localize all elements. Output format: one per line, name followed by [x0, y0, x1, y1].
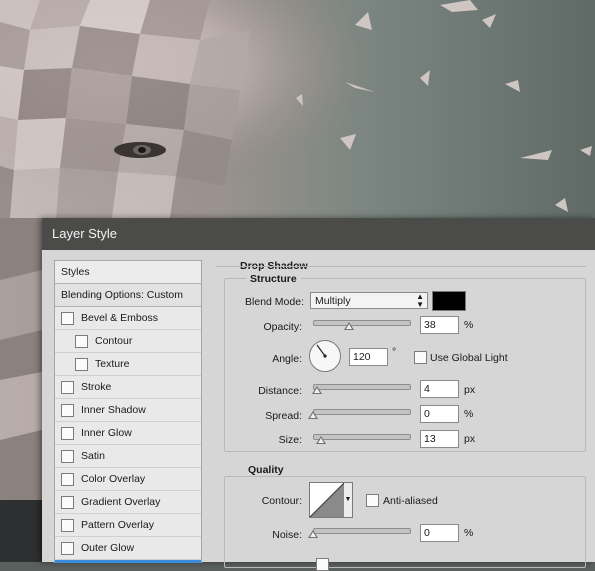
effects-list: Bevel & Emboss Contour Texture Stroke Inner …	[55, 307, 201, 563]
blend-mode-value: Multiply	[315, 295, 351, 307]
spread-slider-thumb[interactable]	[308, 411, 318, 419]
contour-picker[interactable]	[309, 482, 345, 518]
angle-needle-icon	[316, 344, 327, 358]
distance-label: Distance:	[258, 385, 302, 397]
effect-label: Satin	[81, 450, 105, 462]
effect-checkbox[interactable]	[61, 472, 74, 486]
anti-aliased-label: Anti-aliased	[383, 495, 438, 507]
styles-list: Styles Blending Options: Custom Bevel & …	[54, 260, 202, 563]
contour-dropdown-icon[interactable]: ▼	[344, 482, 353, 518]
use-global-light-label: Use Global Light	[430, 352, 508, 364]
effect-checkbox[interactable]	[61, 426, 74, 440]
select-arrows-icon: ▲ ▼	[416, 292, 424, 309]
effect-item-bevel-emboss[interactable]: Bevel & Emboss	[55, 307, 201, 330]
effect-checkbox[interactable]	[61, 449, 74, 463]
angle-input[interactable]: 120	[349, 348, 388, 366]
opacity-slider[interactable]	[313, 320, 411, 326]
eye	[114, 142, 166, 158]
angle-unit: °	[392, 346, 397, 358]
noise-input[interactable]: 0	[420, 524, 459, 542]
noise-slider-thumb[interactable]	[308, 530, 318, 538]
size-unit: px	[464, 433, 476, 445]
quality-group	[224, 476, 586, 568]
effect-label: Pattern Overlay	[81, 519, 154, 531]
angle-dial[interactable]	[309, 340, 341, 372]
distance-unit: px	[464, 384, 476, 396]
distance-slider[interactable]	[313, 384, 411, 390]
effect-item-pattern-overlay[interactable]: Pattern Overlay	[55, 514, 201, 537]
effect-item-outer-glow[interactable]: Outer Glow	[55, 537, 201, 560]
group-title-quality: Quality	[244, 464, 288, 476]
effect-item-gradient-overlay[interactable]: Gradient Overlay	[55, 491, 201, 514]
effect-item-texture[interactable]: Texture	[55, 353, 201, 376]
effect-label: Color Overlay	[81, 473, 146, 485]
spread-unit: %	[464, 408, 474, 420]
opacity-label: Opacity:	[263, 321, 302, 333]
effect-label: Bevel & Emboss	[81, 312, 159, 324]
group-title-structure: Structure	[246, 273, 301, 285]
effect-label: Texture	[95, 358, 130, 370]
effect-item-inner-glow[interactable]: Inner Glow	[55, 422, 201, 445]
effect-checkbox[interactable]	[61, 311, 74, 325]
use-global-light-checkbox[interactable]	[414, 351, 427, 364]
spread-input[interactable]: 0	[420, 405, 459, 423]
effect-checkbox[interactable]	[61, 518, 74, 532]
effect-label: Contour	[95, 335, 133, 347]
anti-aliased-checkbox[interactable]	[366, 494, 379, 507]
effect-checkbox[interactable]	[61, 541, 74, 555]
angle-label: Angle:	[272, 353, 302, 365]
styles-header[interactable]: Styles	[55, 261, 201, 284]
section-divider	[216, 266, 586, 267]
effect-item-satin[interactable]: Satin	[55, 445, 201, 468]
effect-checkbox[interactable]	[61, 403, 74, 417]
size-input[interactable]: 13	[420, 430, 459, 448]
distance-slider-thumb[interactable]	[312, 386, 322, 394]
noise-label: Noise:	[272, 529, 302, 541]
spread-label: Spread:	[265, 410, 302, 422]
size-slider-thumb[interactable]	[316, 436, 326, 444]
effect-label: Outer Glow	[81, 542, 135, 554]
blend-mode-label: Blend Mode:	[245, 296, 304, 308]
dialog-title: Layer Style	[42, 218, 595, 250]
effect-item-color-overlay[interactable]: Color Overlay	[55, 468, 201, 491]
effect-checkbox[interactable]	[61, 495, 74, 509]
contour-linear-icon	[309, 482, 345, 518]
blend-mode-select[interactable]: Multiply ▲ ▼	[310, 292, 428, 309]
opacity-unit: %	[464, 319, 474, 331]
blending-options-item[interactable]: Blending Options: Custom	[55, 284, 201, 307]
effect-label: Stroke	[81, 381, 112, 393]
layer-knocks-out-checkbox[interactable]	[316, 558, 329, 571]
spread-slider[interactable]	[313, 409, 411, 415]
layer-style-dialog: Layer Style Styles Blending Options: Cus…	[42, 218, 595, 571]
size-label: Size:	[278, 434, 302, 446]
contour-label: Contour:	[261, 495, 302, 507]
effect-checkbox[interactable]	[75, 334, 88, 348]
distance-input[interactable]: 4	[420, 380, 459, 398]
shadow-color-swatch[interactable]	[432, 291, 466, 311]
size-slider[interactable]	[313, 434, 411, 440]
effect-label: Inner Glow	[81, 427, 132, 439]
effect-label: Inner Shadow	[81, 404, 146, 416]
effect-checkbox[interactable]	[61, 380, 74, 394]
effect-label: Gradient Overlay	[81, 496, 161, 508]
noise-unit: %	[464, 527, 474, 539]
effect-item-contour[interactable]: Contour	[55, 330, 201, 353]
effect-item-stroke[interactable]: Stroke	[55, 376, 201, 399]
noise-slider[interactable]	[313, 528, 411, 534]
opacity-slider-thumb[interactable]	[344, 322, 354, 330]
opacity-input[interactable]: 38	[420, 316, 459, 334]
effect-checkbox[interactable]	[75, 357, 88, 371]
effect-item-inner-shadow[interactable]: Inner Shadow	[55, 399, 201, 422]
